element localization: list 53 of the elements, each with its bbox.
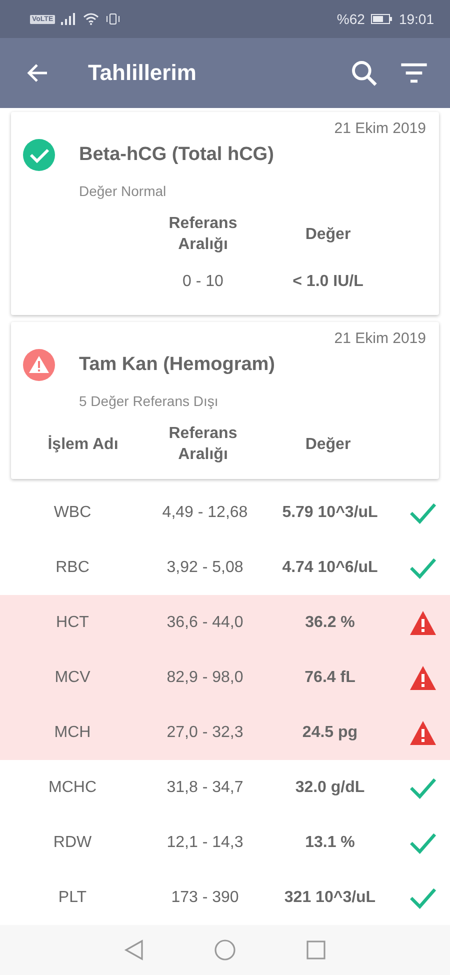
column-header: Referans Aralığı (168, 424, 238, 465)
battery-text: %62 (336, 11, 365, 27)
back-arrow-icon (26, 63, 48, 83)
table-cell-text: 4.74 10^6/uL (281, 558, 379, 576)
screen-title: Tahlillerim (88, 60, 198, 86)
test-title: Tam Kan (Hemogram) (79, 354, 276, 376)
table-cell-text: 0 - 10 (182, 272, 224, 292)
table-cell-text: 36,6 - 44,0 (166, 614, 244, 632)
table-cell-text: 31,8 - 34,7 (166, 778, 244, 796)
table-cell-text: 321 10^3/uL (283, 888, 377, 906)
check-circle-icon (23, 139, 55, 171)
signal-icon (61, 13, 78, 25)
test-summary: 5 Değer Referans Dışı (79, 393, 220, 409)
table-cell-text: 32.0 g/dL (294, 778, 366, 796)
table-cell-text: 4,49 - 12,68 (161, 504, 249, 522)
wifi-icon (83, 13, 100, 25)
table-cell-text: MCV (54, 668, 92, 686)
warning-circle-icon (23, 349, 55, 381)
table-cell-text: 27,0 - 32,3 (166, 724, 244, 742)
table-cell-text: 173 - 390 (170, 888, 240, 906)
table-cell-text: WBC (52, 504, 92, 522)
test-title: Beta-hCG (Total hCG) (79, 144, 274, 166)
column-header: Referans Aralığı (168, 214, 238, 255)
search-icon[interactable] (350, 59, 378, 87)
table-cell-text: 12,1 - 14,3 (166, 834, 244, 852)
table-cell-text: MCH (53, 724, 92, 742)
vibrate-icon (105, 13, 122, 25)
table-cell-text: < 1.0 IU/L (292, 272, 364, 292)
test-summary: Değer Normal (79, 183, 168, 199)
table-cell-text: 3,92 - 5,08 (166, 558, 244, 576)
clock-time: 19:01 (398, 11, 434, 27)
card-date: 21 Ekim 2019 (333, 120, 426, 137)
result-card[interactable]: 21 Ekim 2019 Tam Kan (Hemogram) 5 Değer Referans Dışı İşlem Adı Referans Aralığı Değer (11, 322, 439, 479)
table-cell-text: HCT (55, 614, 90, 632)
table-cell-text: 13.1 % (304, 834, 356, 852)
column-header: İşlem Adı (46, 434, 120, 454)
table-cell-text: 36.2 % (304, 614, 356, 632)
recents-square-icon[interactable] (306, 940, 326, 960)
table-cell-text: MCHC (48, 778, 98, 796)
card-date: 21 Ekim 2019 (333, 330, 426, 347)
column-header: Değer (304, 434, 352, 454)
battery-icon (370, 13, 393, 25)
table-cell-text: 5.79 10^3/uL (281, 504, 379, 522)
table-cell-text: 76.4 fL (304, 668, 356, 686)
back-triangle-icon[interactable] (124, 939, 144, 961)
result-card[interactable]: 21 Ekim 2019 Beta-hCG (Total hCG) Değer Normal Referans Aralığı Değer 0 - 10 < 1.0 IU/L (11, 112, 439, 315)
table-cell-text: RDW (52, 834, 93, 852)
table-cell-text: 24.5 pg (301, 724, 359, 742)
home-circle-icon[interactable] (214, 939, 236, 961)
table-cell-text: 82,9 - 98,0 (166, 668, 244, 686)
column-header: Değer (304, 224, 352, 244)
table-cell-text: PLT (57, 888, 88, 906)
table-cell-text: RBC (54, 558, 90, 576)
